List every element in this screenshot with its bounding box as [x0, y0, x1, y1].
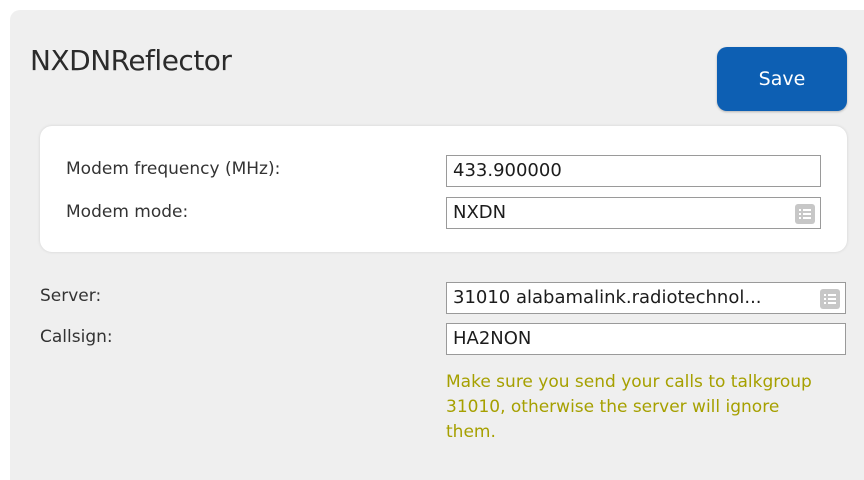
server-label: Server: [40, 286, 102, 306]
modem-settings-card [40, 126, 847, 252]
callsign-input[interactable]: HA2NON [446, 323, 846, 355]
modem-frequency-label: Modem frequency (MHz): [66, 159, 281, 179]
modem-frequency-value: 433.900000 [453, 160, 562, 181]
server-select[interactable]: 31010 alabamalink.radiotechnol... [446, 282, 846, 314]
callsign-label: Callsign: [40, 327, 113, 347]
modem-mode-select[interactable]: NXDN [446, 197, 821, 229]
list-icon[interactable] [820, 289, 840, 309]
modem-mode-value: NXDN [453, 202, 507, 223]
modem-frequency-field[interactable]: 433.900000 [446, 155, 821, 187]
talkgroup-hint: Make sure you send your calls to talkgro… [446, 372, 812, 442]
save-button[interactable]: Save [717, 47, 847, 111]
panel-title: NXDNReflector [30, 44, 232, 77]
callsign-value: HA2NON [453, 328, 532, 349]
server-value: 31010 alabamalink.radiotechnol... [453, 287, 762, 308]
modem-mode-label: Modem mode: [66, 202, 189, 222]
list-icon[interactable] [795, 204, 815, 224]
